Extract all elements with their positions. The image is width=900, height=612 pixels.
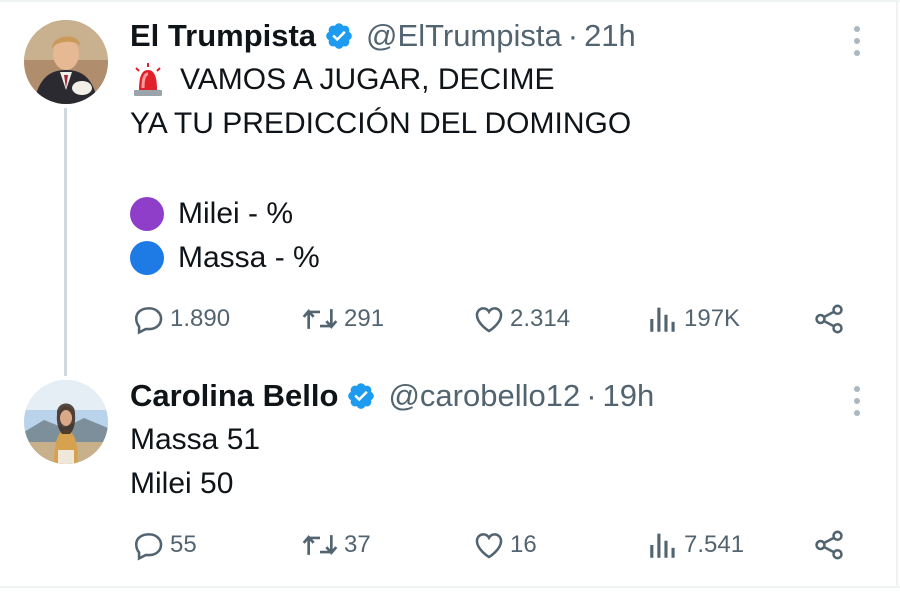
tweet-actions: 55 37 16 7.541: [132, 528, 852, 568]
share-icon: [815, 304, 843, 334]
tweet-text: Massa - %: [178, 241, 320, 274]
views-button[interactable]: 7.541: [646, 528, 744, 562]
tweet-text: YA TU PREDICCIÓN DEL DOMINGO: [130, 107, 632, 140]
reply-button[interactable]: 55: [132, 528, 197, 562]
avatar[interactable]: [24, 20, 108, 104]
tweet-text: Milei - %: [178, 197, 294, 230]
retweet-icon: [302, 309, 338, 329]
tweet-text-line: Massa - %: [130, 238, 320, 278]
purple-circle-emoji: [130, 197, 164, 231]
thread-connector: [64, 108, 67, 376]
avatar[interactable]: [24, 380, 108, 464]
verified-badge-icon: [324, 21, 354, 51]
reply-button[interactable]: 1.890: [132, 302, 230, 336]
police-light-emoji: [130, 62, 166, 98]
heart-icon: [475, 533, 503, 559]
display-name[interactable]: El Trumpista: [130, 18, 316, 54]
retweet-count: 291: [344, 305, 385, 332]
tweet-text-line: VAMOS A JUGAR, DECIME: [130, 60, 555, 100]
heart-icon: [475, 307, 503, 333]
reply-icon: [134, 533, 163, 561]
divider-bottom: [0, 586, 900, 588]
tweet-header: Carolina Bello @carobello12 · 19h: [130, 378, 654, 414]
retweet-button[interactable]: 291: [300, 302, 384, 336]
more-options-icon[interactable]: [854, 386, 864, 422]
retweet-icon: [302, 535, 338, 555]
views-count: 197K: [684, 305, 741, 332]
verified-badge-icon: [346, 381, 376, 411]
tweet-actions: 1.890 291 2.314 197K: [132, 302, 852, 342]
share-button[interactable]: [812, 302, 850, 336]
views-chart-icon: [650, 533, 675, 558]
display-name[interactable]: Carolina Bello: [130, 378, 338, 414]
tweet-text-line: YA TU PREDICCIÓN DEL DOMINGO: [130, 104, 631, 144]
divider-top: [0, 0, 900, 2]
retweet-button[interactable]: 37: [300, 528, 371, 562]
more-options-icon[interactable]: [854, 26, 864, 62]
like-count: 2.314: [510, 305, 571, 332]
like-button[interactable]: 16: [472, 528, 537, 562]
reply-count: 55: [170, 531, 197, 558]
handle[interactable]: @ElTrumpista: [366, 18, 562, 54]
share-icon: [815, 530, 843, 560]
tweet-text: Massa 51: [130, 423, 261, 456]
tweet-text-line: Massa 51: [130, 420, 260, 460]
divider-right: [896, 0, 898, 588]
timestamp[interactable]: 21h: [584, 18, 636, 54]
views-button[interactable]: 197K: [646, 302, 740, 336]
handle[interactable]: @carobello12: [388, 378, 580, 414]
tweet-text-line: Milei - %: [130, 194, 293, 234]
separator: ·: [567, 18, 579, 53]
timestamp[interactable]: 19h: [603, 378, 655, 414]
views-chart-icon: [650, 307, 675, 332]
separator: ·: [586, 378, 597, 413]
reply-count: 1.890: [170, 305, 231, 332]
tweet-header: El Trumpista @ElTrumpista · 21h: [130, 18, 636, 54]
blue-circle-emoji: [130, 241, 164, 275]
tweet-text: VAMOS A JUGAR, DECIME: [180, 63, 555, 96]
views-count: 7.541: [684, 531, 745, 558]
like-count: 16: [510, 531, 537, 558]
share-button[interactable]: [812, 528, 850, 562]
tweet-text-line: Milei 50: [130, 464, 233, 504]
tweet-text: Milei 50: [130, 467, 234, 500]
like-button[interactable]: 2.314: [472, 302, 570, 336]
reply-icon: [134, 307, 163, 335]
retweet-count: 37: [344, 531, 371, 558]
